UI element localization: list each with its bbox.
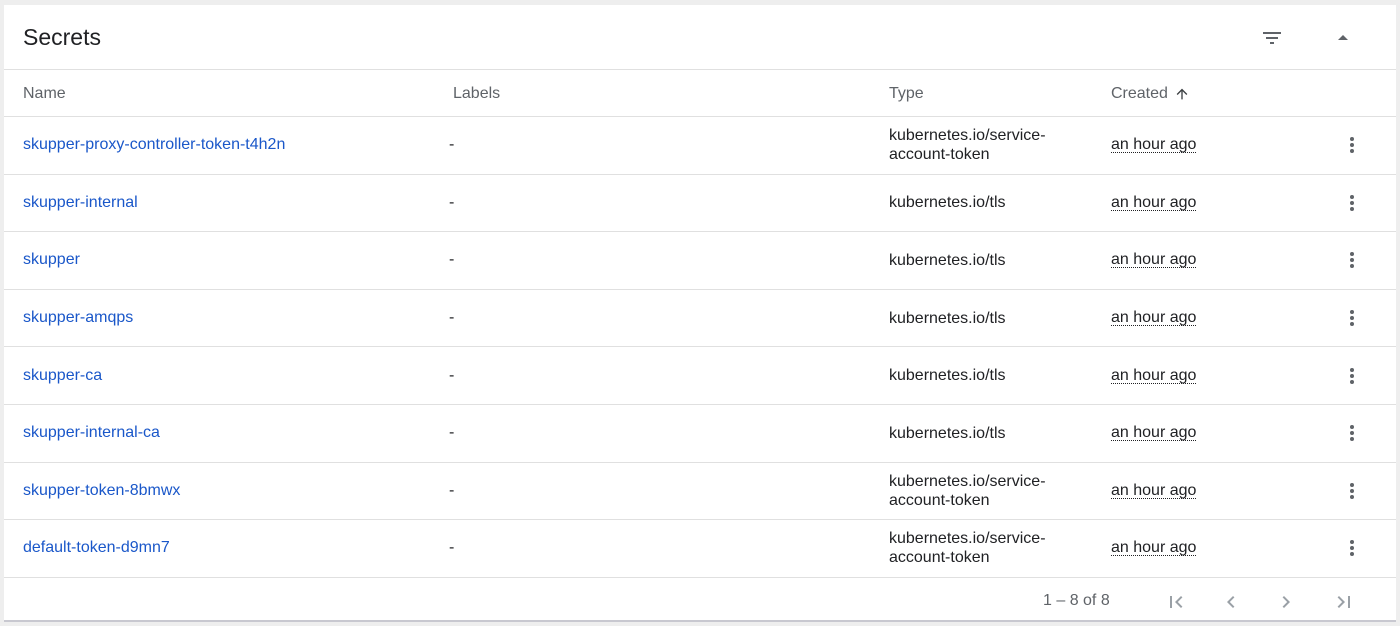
row-menu-button[interactable] [1338,520,1366,577]
row-menu-button[interactable] [1338,290,1366,347]
secret-created-text: an hour ago [1111,251,1197,269]
secret-name-link[interactable]: skupper-token-8bmwx [23,463,180,520]
more-vert-icon [1350,194,1354,211]
column-header-labels[interactable]: Labels [453,70,500,117]
table-row: skupper-token-8bmwx - kubernetes.io/serv… [4,463,1396,521]
secret-created-text: an hour ago [1111,193,1197,211]
secret-type: kubernetes.io/service-account-token [889,530,1046,567]
more-vert-icon [1350,540,1354,557]
table-row: default-token-d9mn7 - kubernetes.io/serv… [4,520,1396,578]
secret-created-text: an hour ago [1111,424,1197,442]
table-row: skupper-internal - kubernetes.io/tls an … [4,175,1396,233]
secret-created: an hour ago [1111,405,1197,462]
secret-type: kubernetes.io/tls [889,424,1006,442]
secret-name-link[interactable]: skupper-proxy-controller-token-t4h2n [23,117,285,174]
last-page-button[interactable] [1332,590,1356,614]
secrets-card: Secrets Name Labels Type Created skupper… [4,5,1396,622]
secret-created: an hour ago [1111,520,1197,577]
secret-labels: - [449,424,455,442]
secret-type: kubernetes.io/tls [889,367,1006,385]
more-vert-icon [1350,310,1354,327]
more-vert-icon [1350,482,1354,499]
first-page-button[interactable] [1164,590,1188,614]
column-header-created-label: Created [1111,84,1168,102]
secret-type: kubernetes.io/service-account-token [889,472,1046,509]
arrow-drop-up-icon [1338,35,1348,40]
chevron-right-icon [1282,595,1290,608]
collapse-button[interactable] [1328,23,1358,53]
pagination-range: 1 – 8 of 8 [1043,592,1110,610]
secret-created-text: an hour ago [1111,539,1197,557]
row-menu-button[interactable] [1338,463,1366,520]
card-title: Secrets [23,23,101,50]
row-menu-button[interactable] [1338,405,1366,462]
more-vert-icon [1350,137,1354,154]
secret-labels: - [449,539,455,557]
secret-name-link[interactable]: skupper-internal [23,175,138,232]
secret-created-text: an hour ago [1111,366,1197,384]
more-vert-icon [1350,425,1354,442]
card-header: Secrets [4,5,1396,70]
secret-created: an hour ago [1111,347,1197,404]
secret-labels: - [449,136,455,154]
secret-labels: - [449,251,455,269]
table-row: skupper-amqps - kubernetes.io/tls an hou… [4,290,1396,348]
row-menu-button[interactable] [1338,347,1366,404]
secret-labels: - [449,366,455,384]
secret-created: an hour ago [1111,175,1197,232]
row-menu-button[interactable] [1338,232,1366,289]
more-vert-icon [1350,252,1354,269]
secret-created: an hour ago [1111,290,1197,347]
next-page-button[interactable] [1274,590,1298,614]
secret-name-link[interactable]: skupper-internal-ca [23,405,160,462]
last-page-icon [1337,595,1350,608]
arrow-upward-icon [1174,86,1190,102]
secret-created-text: an hour ago [1111,481,1197,499]
pagination-bar: 1 – 8 of 8 [4,578,1396,625]
more-vert-icon [1350,367,1354,384]
secret-created-text: an hour ago [1111,136,1197,154]
table-row: skupper - kubernetes.io/tls an hour ago [4,232,1396,290]
secret-name-link[interactable]: default-token-d9mn7 [23,520,170,577]
filter-list-icon [1263,32,1281,44]
secret-labels: - [449,309,455,327]
secret-created: an hour ago [1111,463,1197,520]
secret-created-text: an hour ago [1111,309,1197,327]
column-header-created[interactable]: Created [1111,70,1190,117]
secret-name-link[interactable]: skupper-amqps [23,290,133,347]
previous-page-button[interactable] [1219,590,1243,614]
table-row: skupper-proxy-controller-token-t4h2n - k… [4,117,1396,175]
secret-labels: - [449,193,455,211]
table-row: skupper-ca - kubernetes.io/tls an hour a… [4,347,1396,405]
secret-name-link[interactable]: skupper-ca [23,347,102,404]
secret-type: kubernetes.io/service-account-token [889,127,1046,164]
row-menu-button[interactable] [1338,117,1366,174]
column-header-type[interactable]: Type [889,70,924,117]
secret-type: kubernetes.io/tls [889,309,1006,327]
filter-button[interactable] [1257,23,1287,53]
secret-created: an hour ago [1111,117,1197,174]
chevron-left-icon [1227,595,1235,608]
secret-name-link[interactable]: skupper [23,232,80,289]
table-body: skupper-proxy-controller-token-t4h2n - k… [4,117,1396,578]
first-page-icon [1170,595,1183,608]
secret-type: kubernetes.io/tls [889,194,1006,212]
table-row: skupper-internal-ca - kubernetes.io/tls … [4,405,1396,463]
row-menu-button[interactable] [1338,175,1366,232]
table-header: Name Labels Type Created [4,70,1396,117]
secret-type: kubernetes.io/tls [889,251,1006,269]
secret-created: an hour ago [1111,232,1197,289]
column-header-name[interactable]: Name [23,70,66,117]
secret-labels: - [449,481,455,499]
